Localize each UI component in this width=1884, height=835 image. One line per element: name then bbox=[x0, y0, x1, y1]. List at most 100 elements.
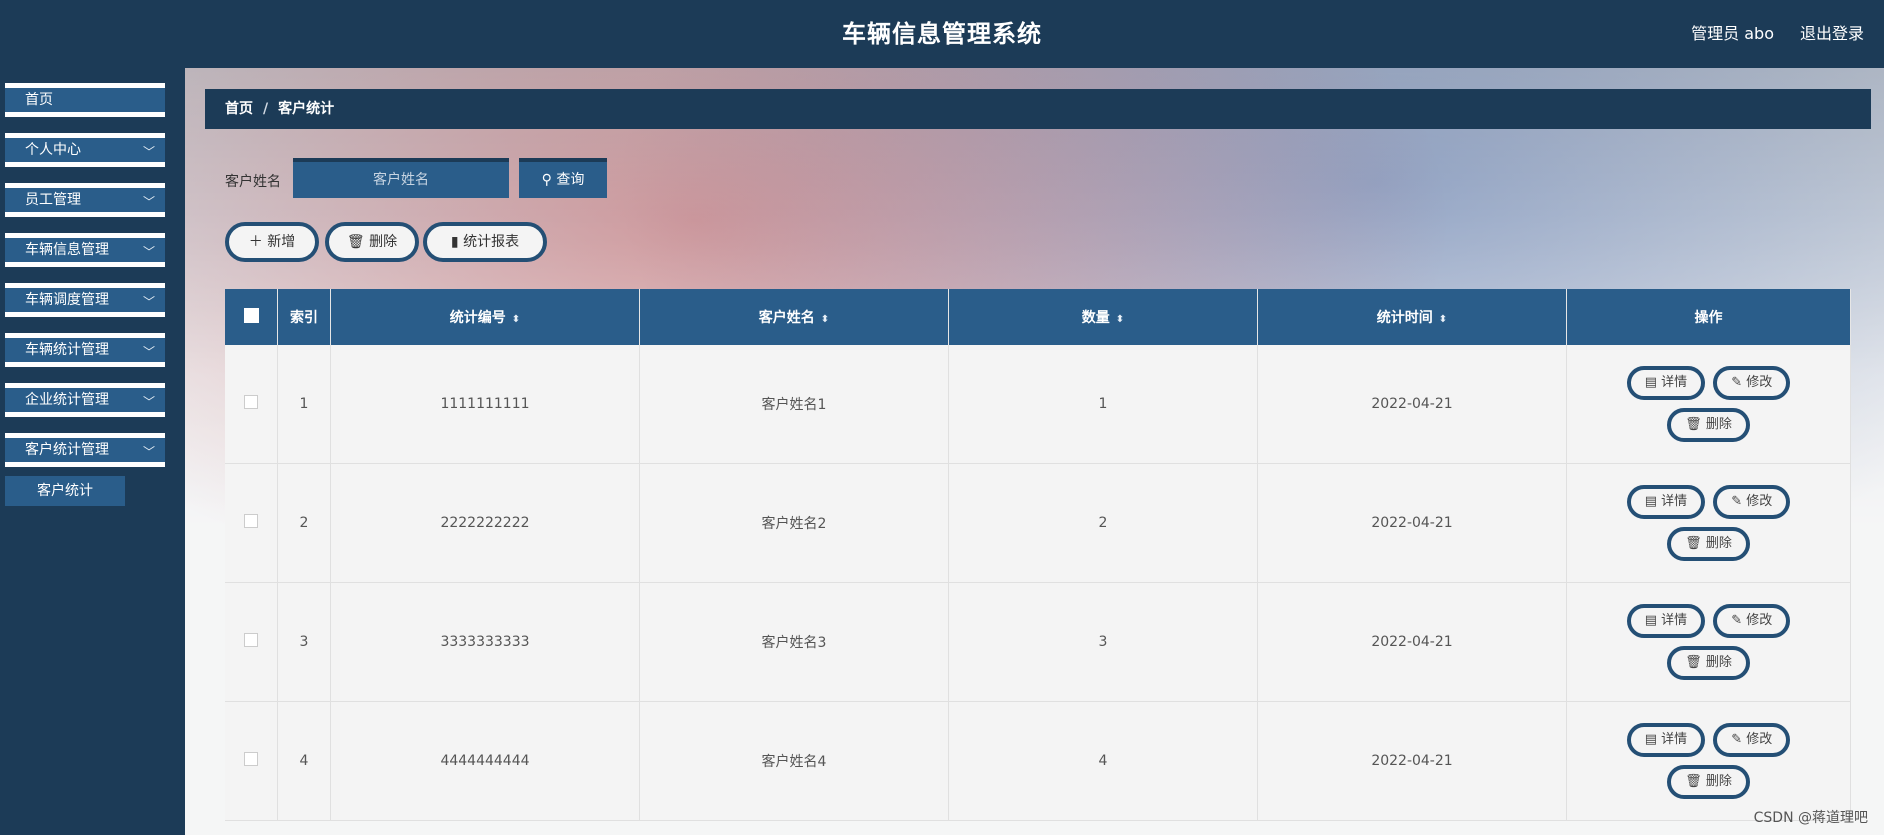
trash-icon: 🗑 bbox=[1685, 774, 1702, 789]
column-header-label: 统计时间 bbox=[1376, 310, 1433, 326]
column-header-qty[interactable]: 数量 ⬍ bbox=[948, 289, 1258, 345]
sort-icon[interactable]: ⬍ bbox=[1439, 314, 1447, 325]
sidebar-item-vehicle-info[interactable]: 车辆信息管理 ﹀ bbox=[5, 233, 165, 267]
search-icon: ⚲ bbox=[541, 172, 552, 188]
sidebar-item-personal-center[interactable]: 个人中心 ﹀ bbox=[5, 133, 165, 167]
pencil-icon: ✎ bbox=[1731, 613, 1743, 628]
delete-button-label: 删除 bbox=[369, 234, 398, 250]
stats-report-button-label: 统计报表 bbox=[463, 234, 520, 250]
edit-label: 修改 bbox=[1746, 494, 1773, 509]
edit-button[interactable]: ✎ 修改 bbox=[1713, 604, 1791, 638]
cell-actions: ▤ 详情 ✎ 修改 🗑 删除 bbox=[1566, 582, 1851, 702]
row-delete-button[interactable]: 🗑 删除 bbox=[1667, 408, 1750, 442]
table-row: 3 3333333333 客户姓名3 3 2022-04-21 ▤ 详情 ✎ 修改… bbox=[225, 582, 1851, 702]
cell-code: 1111111111 bbox=[330, 345, 640, 464]
row-checkbox-cell[interactable] bbox=[225, 582, 278, 702]
row-checkbox[interactable] bbox=[244, 514, 258, 528]
search-button[interactable]: ⚲ 查询 bbox=[519, 158, 607, 198]
cell-time: 2022-04-21 bbox=[1257, 701, 1567, 821]
detail-label: 详情 bbox=[1661, 732, 1688, 747]
sort-icon[interactable]: ⬍ bbox=[821, 314, 829, 325]
row-checkbox-cell[interactable] bbox=[225, 345, 278, 464]
column-header-name[interactable]: 客户姓名 ⬍ bbox=[639, 289, 949, 345]
cell-index: 4 bbox=[277, 701, 331, 821]
sidebar-item-home[interactable]: 首页 bbox=[5, 83, 165, 117]
edit-button[interactable]: ✎ 修改 bbox=[1713, 485, 1791, 519]
cell-index: 1 bbox=[277, 345, 331, 464]
sort-icon[interactable]: ⬍ bbox=[512, 314, 520, 325]
sidebar-item-vehicle-dispatch[interactable]: 车辆调度管理 ﹀ bbox=[5, 283, 165, 317]
edit-button[interactable]: ✎ 修改 bbox=[1713, 723, 1791, 757]
sort-icon[interactable]: ⬍ bbox=[1116, 314, 1124, 325]
sidebar-item-label: 车辆信息管理 bbox=[25, 242, 109, 258]
table-row: 1 1111111111 客户姓名1 1 2022-04-21 ▤ 详情 ✎ 修改… bbox=[225, 345, 1851, 464]
cell-qty: 4 bbox=[948, 701, 1258, 821]
sidebar-item-enterprise-stats[interactable]: 企业统计管理 ﹀ bbox=[5, 383, 165, 417]
detail-label: 详情 bbox=[1661, 494, 1688, 509]
submenu-item-customer-stat[interactable]: 客户统计 bbox=[5, 476, 125, 506]
sidebar-item-customer-stats[interactable]: 客户统计管理 ﹀ bbox=[5, 433, 165, 467]
cell-qty: 3 bbox=[948, 582, 1258, 702]
detail-label: 详情 bbox=[1661, 375, 1688, 390]
row-checkbox[interactable] bbox=[244, 752, 258, 766]
logout-link[interactable]: 退出登录 bbox=[1800, 20, 1864, 44]
sidebar-item-label: 车辆统计管理 bbox=[25, 342, 109, 358]
trash-icon: 🗑 bbox=[1685, 536, 1702, 551]
breadcrumb-separator: / bbox=[263, 101, 269, 117]
row-checkbox-cell[interactable] bbox=[225, 701, 278, 821]
delete-label: 删除 bbox=[1705, 417, 1732, 432]
sidebar: 首页 个人中心 ﹀ 员工管理 ﹀ 车辆信息管理 ﹀ 车辆调度管理 ﹀ 车辆统计管… bbox=[0, 68, 185, 835]
main-content: 首页 / 客户统计 客户姓名 ⚲ 查询 ＋ 新增 🗑 删除 ▮ 统计报表 索引 统计… bbox=[185, 68, 1884, 835]
detail-button[interactable]: ▤ 详情 bbox=[1626, 723, 1706, 757]
sidebar-item-staff[interactable]: 员工管理 ﹀ bbox=[5, 183, 165, 217]
row-checkbox[interactable] bbox=[244, 395, 258, 409]
delete-label: 删除 bbox=[1705, 655, 1732, 670]
column-header-label: 统计编号 bbox=[449, 310, 506, 326]
add-button[interactable]: ＋ 新增 bbox=[225, 222, 319, 262]
sidebar-item-label: 客户统计管理 bbox=[25, 442, 109, 458]
search-button-label: 查询 bbox=[556, 172, 585, 188]
cell-time: 2022-04-21 bbox=[1257, 463, 1567, 583]
breadcrumb-home[interactable]: 首页 bbox=[225, 101, 253, 117]
select-all-checkbox[interactable] bbox=[243, 307, 259, 323]
breadcrumb-current: 客户统计 bbox=[278, 101, 335, 117]
search-label: 客户姓名 bbox=[225, 174, 281, 190]
column-header-label: 数量 bbox=[1081, 310, 1110, 326]
chevron-down-icon: ﹀ bbox=[142, 345, 155, 359]
search-input[interactable] bbox=[293, 158, 509, 198]
column-header-code[interactable]: 统计编号 ⬍ bbox=[330, 289, 640, 345]
delete-label: 删除 bbox=[1705, 774, 1732, 789]
cell-actions: ▤ 详情 ✎ 修改 🗑 删除 bbox=[1566, 701, 1851, 821]
cell-qty: 1 bbox=[948, 345, 1258, 464]
row-checkbox-cell[interactable] bbox=[225, 463, 278, 583]
row-delete-button[interactable]: 🗑 删除 bbox=[1667, 765, 1750, 799]
row-delete-button[interactable]: 🗑 删除 bbox=[1667, 646, 1750, 680]
trash-icon: 🗑 bbox=[1685, 417, 1702, 432]
select-all-checkbox-cell[interactable] bbox=[225, 289, 278, 345]
row-checkbox[interactable] bbox=[244, 633, 258, 647]
app-title: 车辆信息管理系统 bbox=[842, 20, 1042, 48]
detail-button[interactable]: ▤ 详情 bbox=[1626, 604, 1706, 638]
column-header-time[interactable]: 统计时间 ⬍ bbox=[1257, 289, 1567, 345]
detail-button[interactable]: ▤ 详情 bbox=[1626, 485, 1706, 519]
sidebar-item-label: 车辆调度管理 bbox=[25, 292, 109, 308]
cell-code: 3333333333 bbox=[330, 582, 640, 702]
detail-label: 详情 bbox=[1661, 613, 1688, 628]
cell-time: 2022-04-21 bbox=[1257, 345, 1567, 464]
row-delete-button[interactable]: 🗑 删除 bbox=[1667, 527, 1750, 561]
stats-report-button[interactable]: ▮ 统计报表 bbox=[423, 222, 547, 262]
sidebar-item-label: 首页 bbox=[25, 92, 53, 108]
table-row: 4 4444444444 客户姓名4 4 2022-04-21 ▤ 详情 ✎ 修改… bbox=[225, 701, 1851, 821]
document-icon: ▤ bbox=[1644, 375, 1658, 390]
top-bar: 车辆信息管理系统 管理员 abo 退出登录 bbox=[0, 0, 1884, 68]
detail-button[interactable]: ▤ 详情 bbox=[1626, 366, 1706, 400]
delete-label: 删除 bbox=[1705, 536, 1732, 551]
chevron-down-icon: ﹀ bbox=[142, 245, 155, 259]
delete-button[interactable]: 🗑 删除 bbox=[325, 222, 419, 262]
sidebar-item-vehicle-stats[interactable]: 车辆统计管理 ﹀ bbox=[5, 333, 165, 367]
document-icon: ▤ bbox=[1644, 494, 1658, 509]
column-header-index: 索引 bbox=[277, 289, 331, 345]
edit-button[interactable]: ✎ 修改 bbox=[1713, 366, 1791, 400]
cell-name: 客户姓名1 bbox=[639, 345, 949, 464]
pencil-icon: ✎ bbox=[1731, 732, 1743, 747]
